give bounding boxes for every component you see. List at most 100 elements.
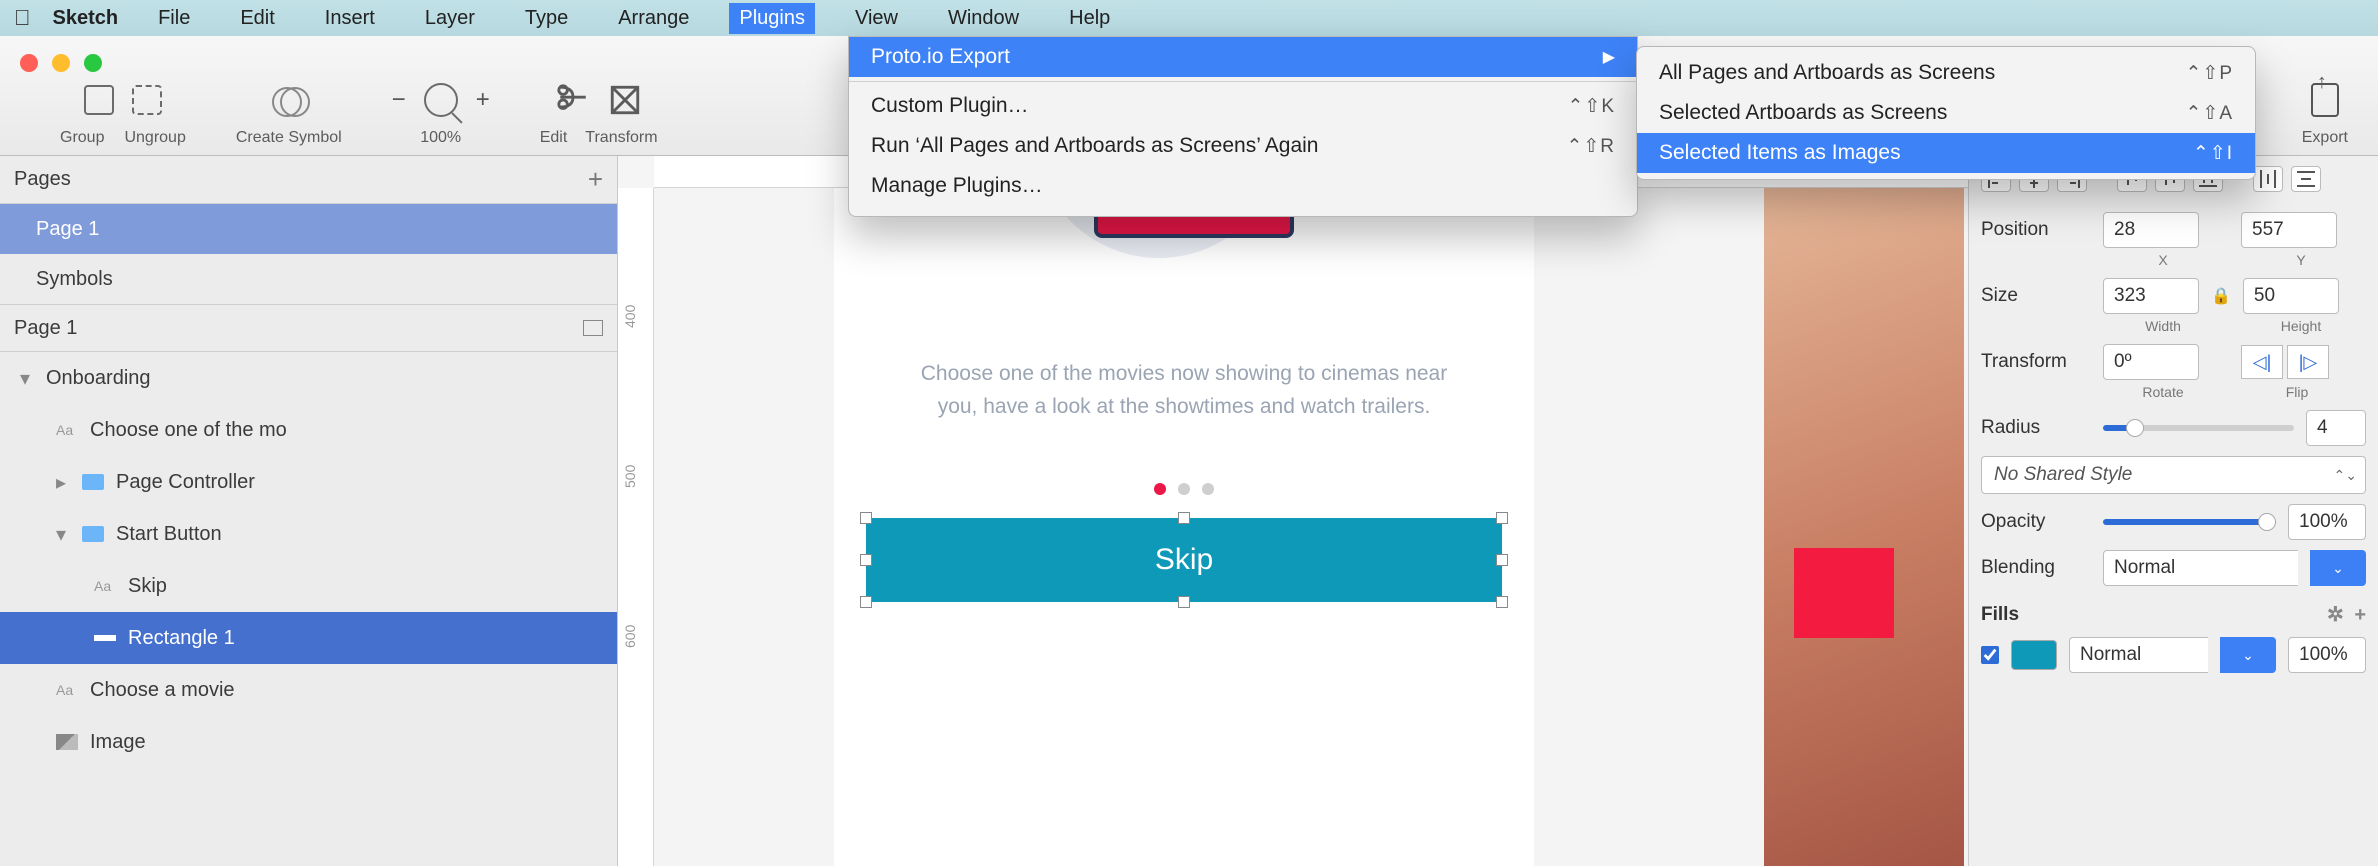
body-line-1: Choose one of the movies now showing to … bbox=[921, 362, 1447, 385]
transform-label: Transform bbox=[1981, 351, 2091, 373]
menu-item-shortcut: ⌃⇧I bbox=[2193, 142, 2233, 165]
menu-item-label: All Pages and Artboards as Screens bbox=[1659, 61, 1995, 85]
fill-opacity-input[interactable]: 100% bbox=[2288, 637, 2366, 673]
position-y-input[interactable]: 557 bbox=[2241, 212, 2337, 248]
artboard-onboarding[interactable]: Choose one of the movies now showing to … bbox=[834, 188, 1534, 866]
export-icon bbox=[2311, 83, 2339, 117]
menu-item-label: Run ‘All Pages and Artboards as Screens’… bbox=[871, 134, 1319, 158]
zoom-icon[interactable] bbox=[424, 83, 458, 117]
image-layer-icon bbox=[56, 734, 78, 750]
fills-settings-icon[interactable]: ✲ bbox=[2327, 604, 2344, 626]
shared-style-select[interactable]: No Shared Style⌃⌄ bbox=[1981, 456, 2366, 494]
layer-label: Choose a movie bbox=[90, 679, 235, 702]
symbol-icon bbox=[272, 83, 306, 117]
submenu-selected-items[interactable]: Selected Items as Images ⌃⇧I bbox=[1637, 133, 2255, 173]
menu-layer[interactable]: Layer bbox=[415, 3, 485, 34]
menu-arrange[interactable]: Arrange bbox=[608, 3, 699, 34]
menu-type[interactable]: Type bbox=[515, 3, 578, 34]
flip-horizontal-button[interactable]: ◁| bbox=[2241, 345, 2283, 379]
plugins-menu-custom[interactable]: Custom Plugin… ⌃⇧K bbox=[849, 86, 1637, 126]
artboard-list-icon[interactable] bbox=[583, 320, 603, 336]
menu-item-label: Proto.io Export bbox=[871, 45, 1010, 69]
skip-button-layer[interactable]: Skip bbox=[866, 518, 1502, 602]
layer-choose-one[interactable]: AaChoose one of the mo bbox=[0, 404, 617, 456]
canvas[interactable]: Choose one of the movies now showing to … bbox=[654, 188, 1968, 866]
layer-skip[interactable]: AaSkip bbox=[0, 560, 617, 612]
zoom-in-icon[interactable]: + bbox=[476, 86, 490, 114]
submenu-selected-artboards[interactable]: Selected Artboards as Screens ⌃⇧A bbox=[1637, 93, 2255, 133]
plugins-menu-protoio[interactable]: Proto.io Export ▶ bbox=[849, 37, 1637, 77]
fills-add-icon[interactable]: + bbox=[2354, 604, 2366, 626]
tool-create-symbol[interactable]: Create Symbol bbox=[236, 77, 342, 147]
position-x-input[interactable]: 28 bbox=[2103, 212, 2199, 248]
red-square-layer[interactable] bbox=[1794, 548, 1894, 638]
menu-view[interactable]: View bbox=[845, 3, 908, 34]
blending-caret-icon[interactable]: ⌄ bbox=[2310, 550, 2366, 586]
flip-vertical-button[interactable]: |▷ bbox=[2287, 345, 2329, 379]
menu-plugins[interactable]: Plugins bbox=[729, 3, 815, 34]
distribute-v-button[interactable] bbox=[2291, 166, 2321, 192]
page-row-page1[interactable]: Page 1 bbox=[0, 204, 617, 254]
app-name[interactable]: Sketch bbox=[53, 7, 119, 30]
submenu-all-pages[interactable]: All Pages and Artboards as Screens ⌃⇧P bbox=[1637, 53, 2255, 93]
opacity-slider[interactable] bbox=[2103, 519, 2276, 525]
plugins-menu-manage[interactable]: Manage Plugins… bbox=[849, 166, 1637, 206]
menu-file[interactable]: File bbox=[148, 3, 200, 34]
opacity-input[interactable]: 100% bbox=[2288, 504, 2366, 540]
apple-icon[interactable]:  bbox=[14, 5, 31, 31]
layer-start-button[interactable]: ▾Start Button bbox=[0, 508, 617, 560]
submenu-arrow-icon: ▶ bbox=[1603, 47, 1615, 67]
layer-choose-movie[interactable]: AaChoose a movie bbox=[0, 664, 617, 716]
window-minimize-button[interactable] bbox=[52, 54, 70, 72]
plugins-menu-run-again[interactable]: Run ‘All Pages and Artboards as Screens’… bbox=[849, 126, 1637, 166]
layer-image[interactable]: Image bbox=[0, 716, 617, 768]
fill-blend-caret-icon[interactable]: ⌄ bbox=[2220, 637, 2276, 673]
tool-export[interactable]: Export bbox=[2302, 77, 2348, 147]
add-page-button[interactable]: + bbox=[588, 164, 603, 195]
export-label: Export bbox=[2302, 129, 2348, 147]
text-layer-icon: Aa bbox=[94, 578, 116, 594]
page-dots[interactable] bbox=[834, 482, 1534, 500]
layer-page-controller[interactable]: ▸Page Controller bbox=[0, 456, 617, 508]
fill-blend-select[interactable]: Normal bbox=[2069, 637, 2208, 673]
layer-rectangle1[interactable]: Rectangle 1 bbox=[0, 612, 617, 664]
menu-separator bbox=[849, 81, 1637, 82]
menu-edit[interactable]: Edit bbox=[230, 3, 284, 34]
radius-slider[interactable] bbox=[2103, 425, 2294, 431]
layer-label: Page Controller bbox=[116, 471, 255, 494]
menu-insert[interactable]: Insert bbox=[315, 3, 385, 34]
rotate-input[interactable]: 0º bbox=[2103, 344, 2199, 380]
onboarding-body-text[interactable]: Choose one of the movies now showing to … bbox=[894, 358, 1474, 423]
window-close-button[interactable] bbox=[20, 54, 38, 72]
distribute-h-button[interactable] bbox=[2253, 166, 2283, 192]
fill-color-swatch[interactable] bbox=[2011, 640, 2057, 670]
page-row-symbols[interactable]: Symbols bbox=[0, 254, 617, 304]
artboard-2[interactable] bbox=[1764, 188, 1964, 866]
window-traffic-lights bbox=[20, 54, 102, 72]
width-input[interactable]: 323 bbox=[2103, 278, 2199, 314]
page-label: Symbols bbox=[36, 268, 113, 291]
blending-value: Normal bbox=[2114, 557, 2175, 579]
fill-enabled-checkbox[interactable] bbox=[1981, 646, 1999, 664]
height-input[interactable]: 50 bbox=[2243, 278, 2339, 314]
group-icon[interactable] bbox=[84, 85, 114, 115]
folder-icon bbox=[82, 474, 104, 490]
edit-icon[interactable] bbox=[556, 83, 590, 117]
menu-item-shortcut: ⌃⇧R bbox=[1566, 135, 1615, 158]
lock-aspect-icon[interactable]: 🔒 bbox=[2211, 286, 2231, 306]
ungroup-icon[interactable] bbox=[132, 85, 162, 115]
transform-icon[interactable] bbox=[608, 83, 642, 117]
group-label: Group bbox=[60, 129, 104, 147]
create-symbol-label: Create Symbol bbox=[236, 129, 342, 147]
radius-input[interactable]: 4 bbox=[2306, 410, 2366, 446]
layer-onboarding[interactable]: ▾Onboarding bbox=[0, 352, 617, 404]
menu-help[interactable]: Help bbox=[1059, 3, 1120, 34]
zoom-out-icon[interactable]: − bbox=[392, 86, 406, 114]
blending-label: Blending bbox=[1981, 557, 2091, 579]
window-zoom-button[interactable] bbox=[84, 54, 102, 72]
y-sublabel: Y bbox=[2253, 252, 2349, 268]
fills-label: Fills bbox=[1981, 604, 2019, 626]
menu-window[interactable]: Window bbox=[938, 3, 1029, 34]
blending-select[interactable]: Normal bbox=[2103, 550, 2298, 586]
pages-label: Pages bbox=[14, 168, 71, 191]
